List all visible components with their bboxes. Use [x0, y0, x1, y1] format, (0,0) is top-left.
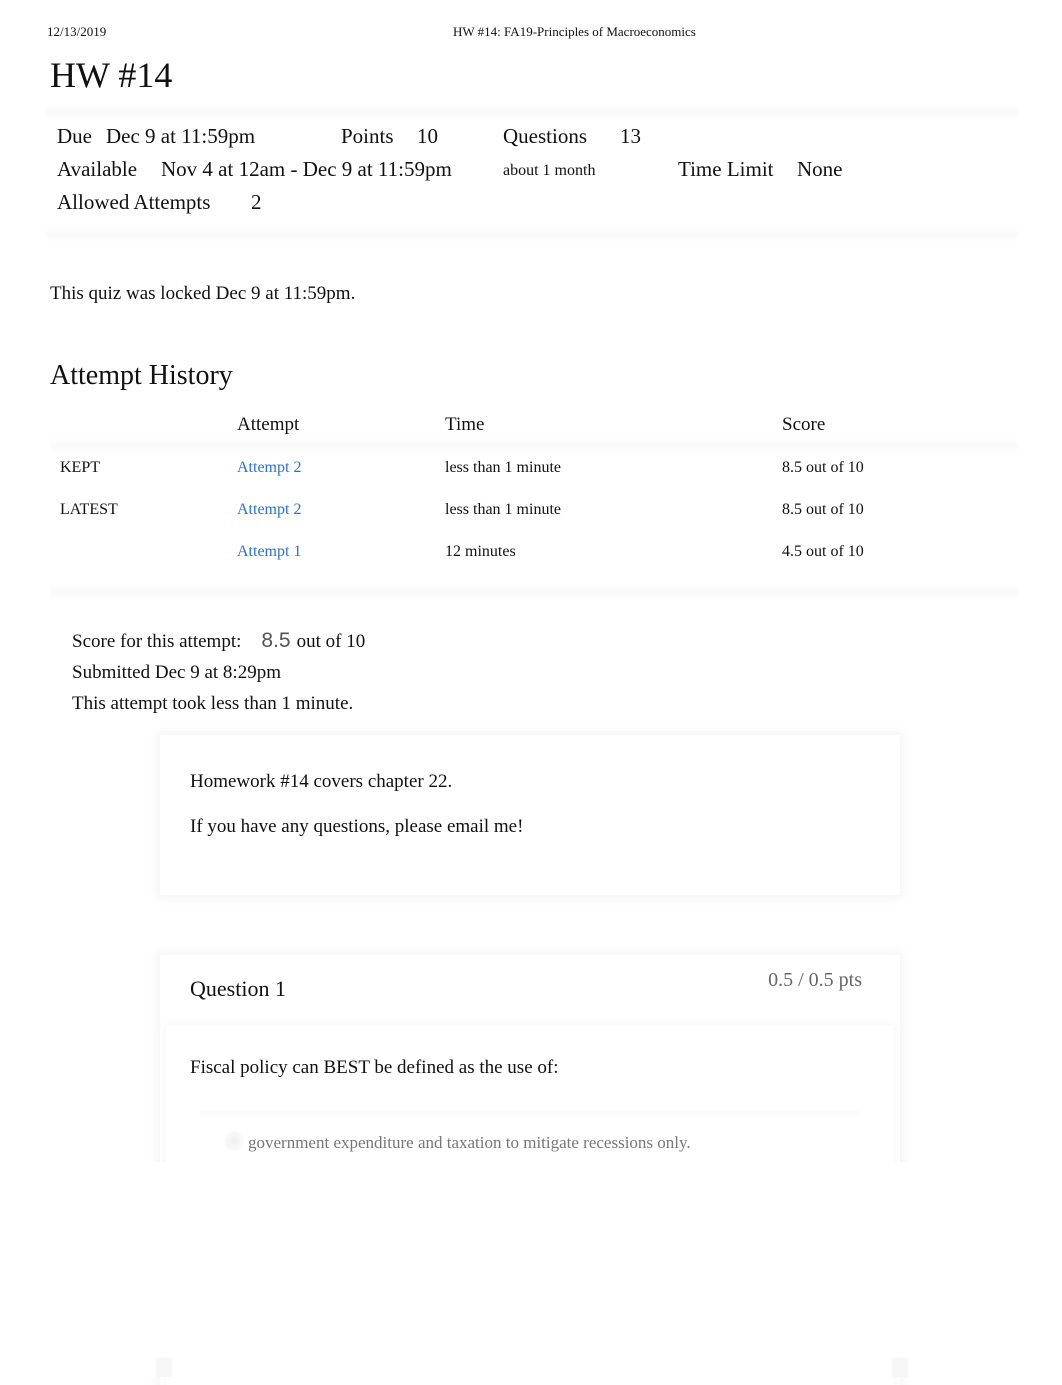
available-label: Available	[57, 157, 138, 181]
question-points: 0.5 / 0.5 pts	[768, 969, 862, 991]
divider	[50, 584, 1018, 600]
score-line: Score for this attempt: 8.5 out of 10	[72, 625, 365, 657]
questions-value: 13	[620, 124, 641, 148]
radio-button-icon[interactable]	[224, 1131, 244, 1151]
attempt-link[interactable]: Attempt 2	[237, 501, 301, 519]
card-edge	[156, 1358, 172, 1377]
column-header-time: Time	[445, 414, 485, 435]
page-blank-area	[0, 1162, 1062, 1377]
allowed-attempts-value: 2	[251, 190, 262, 214]
points-label: Points	[341, 124, 394, 148]
attempt-status: KEPT	[60, 459, 100, 476]
questions-label: Questions	[503, 124, 587, 148]
submitted-time: Submitted Dec 9 at 8:29pm	[72, 662, 281, 683]
due-label: Due	[57, 124, 92, 148]
available-value: Nov 4 at 12am - Dec 9 at 11:59pm	[161, 157, 452, 181]
divider	[50, 438, 1018, 454]
time-limit-label: Time Limit	[678, 157, 774, 181]
points-value: 10	[417, 124, 438, 148]
quiz-description-card: Homework #14 covers chapter 22. If you h…	[160, 735, 900, 895]
table-row: KEPT Attempt 2 less than 1 minute 8.5 ou…	[50, 459, 1018, 501]
attempt-score: 4.5 out of 10	[782, 543, 864, 560]
answer-text: government expenditure and taxation to m…	[248, 1133, 691, 1152]
attempt-time: 12 minutes	[445, 543, 516, 560]
table-row: Attempt 1 12 minutes 4.5 out of 10	[50, 543, 1018, 585]
attempt-status: LATEST	[60, 501, 118, 518]
score-total: out of 10	[296, 631, 366, 652]
attempt-history-title: Attempt History	[50, 360, 233, 391]
print-date: 12/13/2019	[47, 24, 107, 39]
card-edge	[892, 1358, 908, 1377]
attempt-score: 8.5 out of 10	[782, 459, 864, 476]
question-title: Question 1	[190, 976, 286, 1001]
attempt-link[interactable]: Attempt 2	[237, 459, 301, 477]
page-title: HW #14	[50, 55, 173, 95]
column-header-attempt: Attempt	[237, 414, 300, 435]
print-title: HW #14: FA19-Principles of Macroeconomic…	[453, 24, 696, 39]
answer-divider	[200, 1111, 860, 1119]
table-row: LATEST Attempt 2 less than 1 minute 8.5 …	[50, 501, 1018, 543]
time-limit-value: None	[797, 157, 843, 181]
score-label: Score for this attempt:	[72, 631, 242, 652]
due-value: Dec 9 at 11:59pm	[106, 124, 256, 148]
divider	[46, 226, 1018, 242]
attempt-time: less than 1 minute	[445, 501, 561, 518]
description-line: If you have any questions, please email …	[190, 816, 524, 837]
divider	[46, 104, 1018, 120]
current-attempt-summary: Score for this attempt: 8.5 out of 10 Subm…	[72, 625, 365, 719]
allowed-attempts-label: Allowed Attempts	[57, 190, 211, 214]
score-value: 8.5	[261, 629, 291, 652]
attempt-duration: This attempt took less than 1 minute.	[72, 693, 354, 714]
available-duration: about 1 month	[503, 162, 596, 179]
question-header: Question 1 0.5 / 0.5 pts	[160, 955, 900, 1017]
question-text: Fiscal policy can BEST be defined as the…	[190, 1057, 559, 1078]
locked-notice: This quiz was locked Dec 9 at 11:59pm.	[50, 283, 356, 304]
attempt-time: less than 1 minute	[445, 459, 561, 476]
attempt-score: 8.5 out of 10	[782, 501, 864, 518]
attempt-link[interactable]: Attempt 1	[237, 543, 301, 561]
description-line: Homework #14 covers chapter 22.	[190, 771, 453, 792]
column-header-score: Score	[782, 414, 826, 435]
